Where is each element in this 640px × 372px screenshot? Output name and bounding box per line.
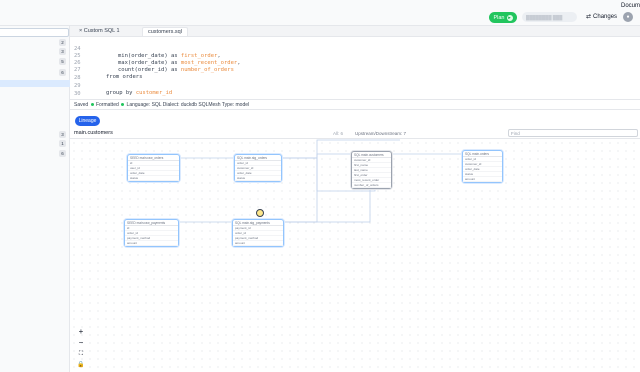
tab-label: Custom SQL 1: [83, 28, 120, 34]
formatted-status: Formatted: [95, 102, 119, 108]
code-line: 27 from orders: [70, 60, 640, 80]
column-name: payment_method: [235, 236, 259, 240]
lock-icon[interactable]: 🔒: [76, 360, 86, 370]
column-name: amount: [235, 241, 246, 245]
column-name: order_id: [235, 231, 247, 235]
column-name: status: [130, 176, 139, 180]
node-column: number_of_orders: [352, 183, 391, 188]
code-line: 24 min(order_date) as first_order,: [70, 39, 640, 59]
column-name: amount: [465, 177, 476, 181]
tab-close-icon[interactable]: ×: [79, 28, 82, 34]
user-avatar[interactable]: ●: [623, 12, 633, 22]
column-name: order_id: [127, 231, 139, 235]
code-line: 26 count(order_id) as number_of_orders: [70, 53, 640, 73]
column-name: number_of_orders: [354, 183, 379, 187]
plan-label: Plan: [493, 14, 505, 21]
fit-view-icon[interactable]: ⛶: [76, 349, 86, 359]
node-column: amount: [233, 241, 283, 246]
mouse-cursor-icon: [256, 209, 264, 217]
top-bar: Docum Plan ▸ ████████ ███ ⇄ Changes ●: [0, 0, 640, 26]
column-name: order_date: [130, 171, 145, 175]
upstream-downstream-count[interactable]: Upstream/Downstream: 7: [355, 131, 406, 136]
plan-button[interactable]: Plan ▸: [489, 12, 517, 23]
file-count-badge: 2: [59, 39, 66, 46]
file-explorer-sidebar: 2 3 5 6 3 1 6: [0, 26, 70, 372]
code-line: 25 max(order_date) as most_recent_order,: [70, 46, 640, 66]
column-name: first_name: [354, 163, 369, 167]
tab-custom-sql[interactable]: × Custom SQL 1: [74, 27, 125, 36]
code-line: 30: [70, 84, 640, 97]
node-column: status: [128, 176, 179, 181]
column-name: id: [127, 226, 130, 230]
column-name: order_id: [237, 161, 249, 165]
changes-label: Changes: [593, 13, 618, 20]
column-name: id: [130, 161, 133, 165]
find-node-input[interactable]: [508, 129, 638, 137]
lineage-panel: Lineage main.customers All: 6 Upstream/D…: [70, 110, 640, 372]
disabled-action-button: ████████ ███: [522, 12, 577, 22]
column-name: last_name: [354, 168, 368, 172]
disabled-action-label: ████████ ███: [526, 14, 563, 20]
column-name: customer_id: [465, 162, 482, 166]
tab-label: customers.sql: [148, 29, 182, 35]
file-count-badge: 6: [59, 150, 66, 157]
lineage-canvas[interactable]: SEED main.raw_orders id user_id order_da…: [70, 139, 640, 372]
saved-indicator-icon: [90, 103, 94, 107]
code-line: 29 group by customer_id: [70, 76, 640, 96]
lineage-node-customers[interactable]: SQL main.customers customer_id first_nam…: [351, 151, 392, 189]
selected-file-row[interactable]: [0, 80, 70, 87]
changes-icon: ⇄: [586, 14, 592, 20]
changes-button[interactable]: ⇄ Changes: [586, 13, 618, 21]
file-count-badge: 3: [59, 131, 66, 138]
lineage-node-raw-payments[interactable]: SEED main.raw_payments id order_id payme…: [124, 219, 179, 247]
saved-status: Saved: [74, 102, 89, 108]
node-column: amount: [463, 177, 502, 182]
lineage-node-orders[interactable]: SQL main.orders order_id customer_id ord…: [462, 150, 503, 183]
column-name: order_id: [465, 157, 477, 161]
model-name: main.customers: [74, 130, 113, 136]
code-line: 28: [70, 68, 640, 81]
column-name: status: [237, 176, 246, 180]
column-name: customer_id: [237, 166, 254, 170]
documentation-link[interactable]: Docum: [621, 3, 640, 9]
sidebar-search-input[interactable]: [0, 28, 69, 37]
model-type-status: SQLMesh Type: model: [198, 102, 250, 108]
node-column: status: [235, 176, 281, 181]
column-name: payment_id: [235, 226, 251, 230]
column-name: status: [465, 172, 474, 176]
file-count-badge: 1: [59, 140, 66, 147]
edge-stg-orders-customers: [283, 153, 352, 159]
play-icon: ▸: [506, 14, 513, 21]
lineage-node-stg-payments[interactable]: SQL main.stg_payments payment_id order_i…: [232, 219, 284, 247]
column-name: user_id: [130, 166, 140, 170]
zoom-out-icon[interactable]: −: [76, 338, 86, 348]
code-line: 31 ),: [70, 92, 640, 99]
dialect-status: Dialect: duckdb: [162, 102, 197, 108]
editor-tabs: × Custom SQL 1 customers.sql: [70, 26, 640, 37]
column-name: first_order: [354, 173, 368, 177]
column-name: most_recent_order: [354, 178, 380, 182]
all-models-count[interactable]: All: 6: [333, 131, 343, 136]
lineage-node-raw-orders[interactable]: SEED main.raw_orders id user_id order_da…: [127, 154, 180, 182]
lineage-tab-button[interactable]: Lineage: [75, 116, 100, 126]
lineage-header: main.customers All: 6 Upstream/Downstrea…: [70, 128, 640, 139]
editor-status-bar: Saved Formatted Language: SQL Dialect: d…: [70, 99, 640, 110]
column-name: payment_method: [127, 236, 151, 240]
language-status: Language: SQL: [126, 102, 162, 108]
column-name: customer_id: [354, 158, 371, 162]
column-name: order_date: [237, 171, 252, 175]
lineage-node-stg-orders[interactable]: SQL main.stg_orders order_id customer_id…: [234, 154, 282, 182]
file-count-badge: 5: [59, 58, 66, 65]
zoom-in-icon[interactable]: +: [76, 327, 86, 337]
column-name: order_date: [465, 167, 480, 171]
column-name: amount: [127, 241, 138, 245]
code-editor[interactable]: 24 min(order_date) as first_order, 25 ma…: [70, 37, 640, 99]
node-column: amount: [125, 241, 178, 246]
formatted-indicator-icon: [121, 103, 125, 107]
file-count-badge: 6: [59, 69, 66, 76]
file-count-badge: 3: [59, 48, 66, 55]
tab-customers-sql[interactable]: customers.sql: [142, 27, 188, 36]
